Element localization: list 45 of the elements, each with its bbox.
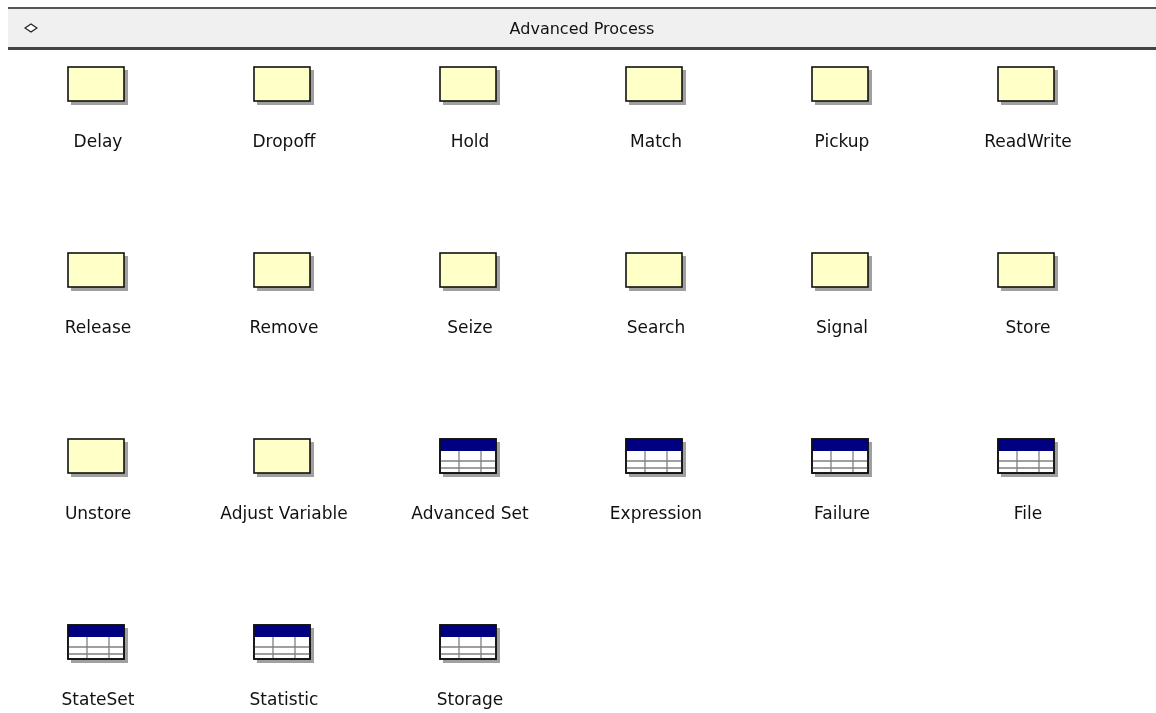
module-label: Storage	[436, 689, 504, 709]
module-label: Store	[1005, 317, 1051, 337]
module-label: Adjust Variable	[220, 503, 348, 523]
table-icon[interactable]	[439, 438, 501, 478]
module-label: Hold	[450, 131, 490, 151]
module-label: Unstore	[64, 503, 132, 523]
module-icon[interactable]	[67, 438, 129, 478]
module-icon[interactable]	[439, 66, 501, 106]
module-label: Expression	[609, 503, 703, 523]
module-label: File	[1013, 503, 1043, 523]
table-icon[interactable]	[439, 624, 501, 664]
module-label: Dropoff	[252, 131, 316, 151]
table-icon[interactable]	[811, 438, 873, 478]
module-label: Remove	[249, 317, 319, 337]
module-label: Seize	[447, 317, 493, 337]
module-label: Advanced Set	[411, 503, 529, 523]
module-label: Search	[626, 317, 686, 337]
module-icon[interactable]	[811, 252, 873, 292]
module-label: StateSet	[61, 689, 135, 709]
module-icon[interactable]	[253, 438, 315, 478]
module-icon[interactable]	[997, 66, 1059, 106]
module-label: Pickup	[814, 131, 870, 151]
module-icon[interactable]	[997, 252, 1059, 292]
module-label: Statistic	[249, 689, 319, 709]
table-icon[interactable]	[67, 624, 129, 664]
module-icon[interactable]	[811, 66, 873, 106]
table-icon[interactable]	[253, 624, 315, 664]
panel-title: Advanced Process	[508, 18, 656, 38]
table-icon[interactable]	[625, 438, 687, 478]
module-label: Delay	[73, 131, 123, 151]
module-label: Release	[64, 317, 132, 337]
module-icon[interactable]	[253, 66, 315, 106]
table-icon[interactable]	[997, 438, 1059, 478]
module-label: Failure	[814, 503, 870, 523]
panel-header[interactable]: Advanced Process	[8, 7, 1156, 50]
module-icon[interactable]	[67, 66, 129, 106]
diamond-icon	[24, 23, 38, 33]
module-icon[interactable]	[253, 252, 315, 292]
module-icon[interactable]	[625, 252, 687, 292]
module-label: Signal	[815, 317, 869, 337]
module-icon[interactable]	[439, 252, 501, 292]
module-icon[interactable]	[67, 252, 129, 292]
module-icon[interactable]	[625, 66, 687, 106]
module-label: Match	[630, 131, 682, 151]
module-label: ReadWrite	[984, 131, 1072, 151]
